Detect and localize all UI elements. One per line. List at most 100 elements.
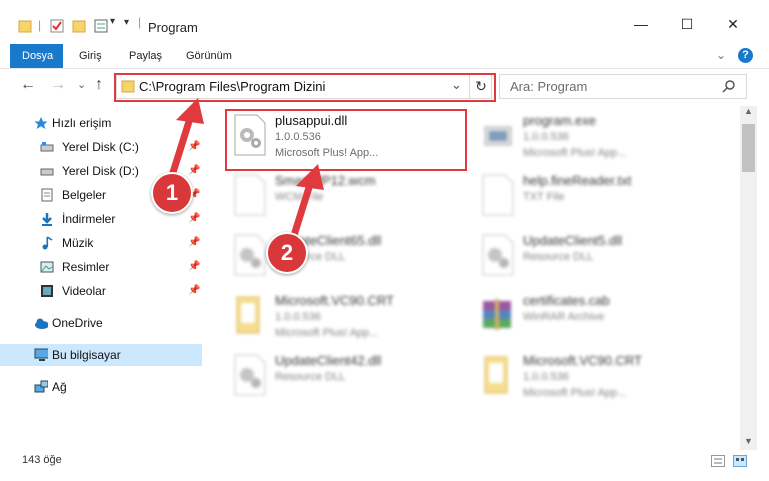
- file-item-vc90-crt[interactable]: Microsoft.VC90.CRT 1.0.0.536 Microsoft P…: [215, 287, 455, 345]
- step-2-badge: 2: [266, 232, 308, 274]
- drive-icon: [40, 142, 54, 152]
- sidebar-item-label: Belgeler: [62, 188, 107, 202]
- folder-doc-icon: [236, 296, 260, 334]
- file-description: Microsoft Plus! App...: [523, 147, 627, 159]
- ribbon-tabs: Dosya Giriş Paylaş Görünüm ⌄ ?: [0, 44, 769, 69]
- file-item-smartwp12[interactable]: SmartWP12.wcm WCM File: [215, 167, 455, 225]
- scroll-thumb[interactable]: [742, 124, 755, 172]
- file-type: WinRAR Archive: [523, 311, 605, 323]
- scroll-down-icon[interactable]: ▼: [744, 436, 753, 446]
- maximize-button[interactable]: ☐: [673, 16, 701, 36]
- file-name: UpdateClient5.dll: [523, 233, 623, 248]
- file-version: 1.0.0.536: [523, 371, 569, 383]
- pin-icon: 📌: [188, 141, 201, 152]
- blank-file-icon: [234, 174, 266, 216]
- search-icon[interactable]: [722, 79, 736, 93]
- file-description: Microsoft Plus! App...: [523, 387, 627, 399]
- tab-gorunum[interactable]: Görünüm: [174, 44, 244, 68]
- help-icon[interactable]: ?: [738, 48, 753, 63]
- file-version: 1.0.0.536: [523, 131, 569, 143]
- video-icon: [41, 285, 53, 297]
- view-options-icon[interactable]: [94, 19, 110, 33]
- back-button[interactable]: ←: [20, 76, 36, 94]
- dll-gear-icon: [234, 354, 266, 396]
- star-icon: [34, 117, 48, 129]
- scroll-up-icon[interactable]: ▲: [744, 106, 753, 116]
- file-item-updateclient5[interactable]: UpdateClient5.dll Resource DLL: [463, 227, 703, 285]
- window-title: Program: [148, 20, 198, 35]
- sidebar-item-resimler[interactable]: Resimler 📌: [0, 256, 202, 278]
- sidebar-item-label: Yerel Disk (C:): [62, 140, 139, 154]
- sidebar-item-label: İndirmeler: [62, 212, 116, 226]
- sidebar-item-yerel-disk-c[interactable]: Yerel Disk (C:) 📌: [0, 136, 202, 158]
- file-name: Microsoft.VC90.CRT: [275, 293, 394, 308]
- properties-icon[interactable]: [50, 19, 64, 33]
- details-view-icon[interactable]: [711, 455, 725, 467]
- file-item-vc90-crt-2[interactable]: Microsoft.VC90.CRT 1.0.0.536 Microsoft P…: [463, 347, 703, 405]
- folder-icon: [18, 20, 32, 33]
- file-description: Microsoft Plus! App...: [275, 327, 379, 339]
- sidebar-item-onedrive[interactable]: OneDrive: [0, 312, 202, 334]
- large-icons-view-icon[interactable]: [733, 455, 747, 467]
- file-item-certificates-cab[interactable]: certificates.cab WinRAR Archive: [463, 287, 703, 345]
- file-name: certificates.cab: [523, 293, 610, 308]
- tab-paylas[interactable]: Paylaş: [117, 44, 174, 68]
- sidebar-item-muzik[interactable]: Müzik 📌: [0, 232, 202, 254]
- file-name: help.fineReader.txt: [523, 173, 632, 188]
- pin-icon: 📌: [188, 213, 201, 224]
- minimize-button[interactable]: —: [627, 16, 655, 36]
- ribbon-expand-icon[interactable]: ⌄: [716, 48, 726, 62]
- file-item-help-txt[interactable]: help.fineReader.txt TXT File: [463, 167, 703, 225]
- download-icon: [42, 213, 52, 226]
- close-button[interactable]: ✕: [719, 16, 747, 36]
- customize-qat-icon[interactable]: ▾: [124, 17, 129, 28]
- file-name: Microsoft.VC90.CRT: [523, 353, 642, 368]
- sidebar-item-hizli-erisim[interactable]: Hızlı erişim: [0, 112, 202, 134]
- sidebar-item-bu-bilgisayar[interactable]: Bu bilgisayar: [0, 344, 202, 366]
- computer-icon: [34, 348, 48, 361]
- network-icon: [34, 380, 48, 393]
- drive-icon: [40, 168, 54, 176]
- recent-locations-icon[interactable]: ⌄: [77, 78, 86, 91]
- file-type: Resource DLL: [275, 371, 346, 383]
- file-name: UpdateClient42.dll: [275, 353, 382, 368]
- search-box[interactable]: Ara: Program: [499, 74, 747, 99]
- vertical-scrollbar[interactable]: ▲ ▼: [740, 106, 757, 450]
- sidebar-item-label: Ağ: [52, 380, 67, 394]
- separator: |: [38, 18, 42, 32]
- sidebar-item-ag[interactable]: Ağ: [0, 376, 202, 398]
- file-type: WCM File: [275, 191, 324, 203]
- file-item-updateclient65[interactable]: UpdateClient65.dll Resource DLL: [215, 227, 455, 285]
- file-item-updateclient42[interactable]: UpdateClient42.dll Resource DLL: [215, 347, 455, 405]
- file-name: program.exe: [523, 113, 596, 128]
- pin-icon: 📌: [188, 261, 201, 272]
- music-icon: [42, 236, 53, 250]
- document-icon: [41, 188, 53, 202]
- winrar-icon: [483, 299, 511, 330]
- sidebar-item-label: Videolar: [62, 284, 106, 298]
- qat-dropdown-icon[interactable]: ▾: [110, 16, 115, 27]
- up-button[interactable]: ↑: [95, 76, 103, 94]
- pictures-icon: [40, 261, 54, 273]
- cloud-icon: [35, 318, 48, 329]
- tab-giris[interactable]: Giriş: [67, 44, 114, 68]
- highlight-address-bar: [114, 73, 496, 102]
- file-type: Resource DLL: [523, 251, 594, 263]
- separator: |: [138, 15, 142, 29]
- file-item-program-exe[interactable]: program.exe 1.0.0.536 Microsoft Plus! Ap…: [463, 107, 703, 165]
- folder-doc-icon: [484, 356, 508, 394]
- tab-dosya[interactable]: Dosya: [10, 44, 63, 68]
- highlight-file-plusappui: [225, 109, 467, 171]
- blank-file-icon: [482, 174, 514, 216]
- sidebar-item-label: Bu bilgisayar: [52, 348, 121, 362]
- sidebar-item-label: Hızlı erişim: [52, 116, 112, 130]
- title-bar: | ▾ ▾ | Program — ☐ ✕: [0, 0, 769, 44]
- new-folder-icon[interactable]: [72, 19, 86, 33]
- dll-gear-icon: [234, 234, 266, 276]
- sidebar-item-videolar[interactable]: Videolar 📌: [0, 280, 202, 302]
- sidebar-item-label: Müzik: [62, 236, 94, 250]
- forward-button[interactable]: →: [50, 76, 66, 94]
- item-count: 143 öğe: [22, 454, 62, 466]
- step-1-badge: 1: [151, 172, 193, 214]
- navigation-pane: Hızlı erişim Yerel Disk (C:) 📌 Yerel Dis…: [0, 110, 210, 450]
